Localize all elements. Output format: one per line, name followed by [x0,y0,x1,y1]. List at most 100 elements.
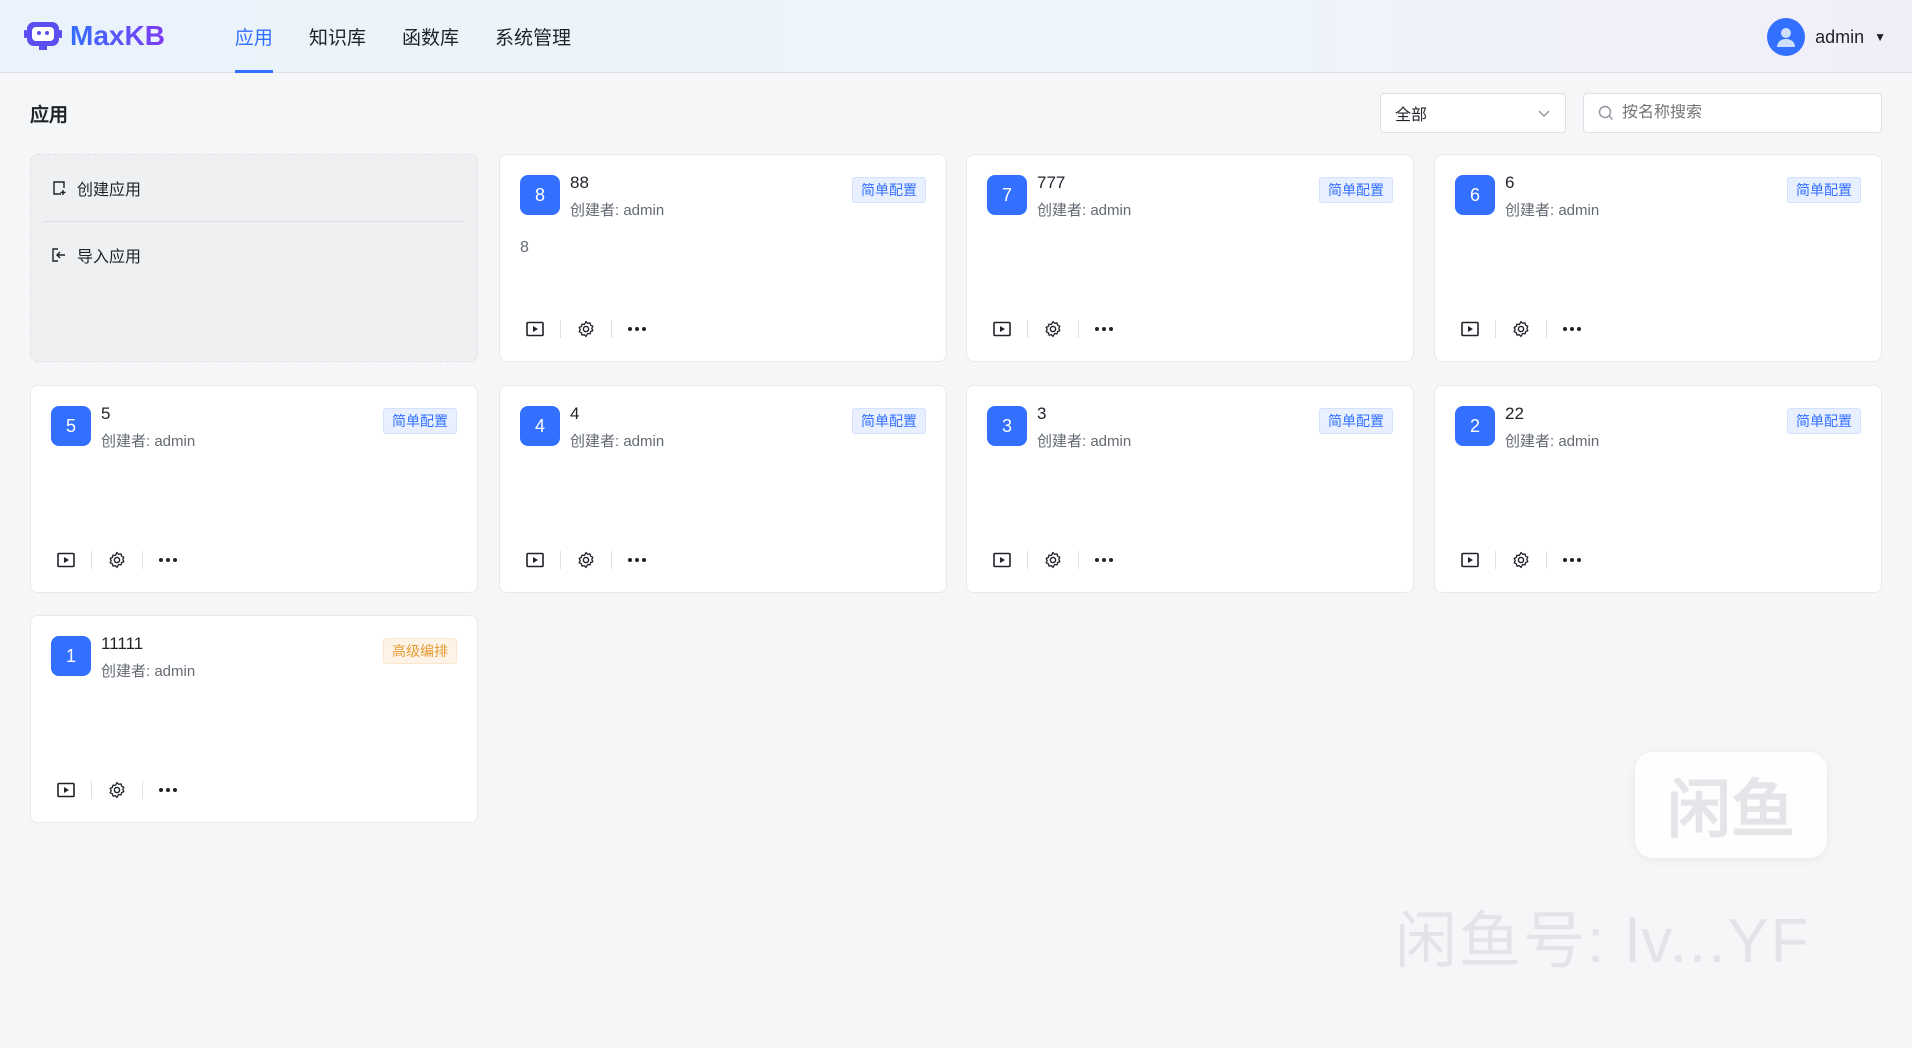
demo-button[interactable] [985,315,1019,343]
search-input[interactable] [1622,104,1862,122]
import-app-label: 导入应用 [77,249,142,266]
settings-button[interactable] [1504,546,1538,574]
search-icon [1598,105,1613,120]
more-button[interactable] [620,315,654,343]
divider [1495,551,1496,569]
gear-icon [1045,320,1061,338]
nav-system[interactable]: 系统管理 [477,0,589,73]
gear-icon [1513,320,1529,338]
divider [1078,320,1079,338]
import-app-button[interactable]: 导入应用 [31,222,477,288]
app-name: 5 [101,404,111,423]
nav-apps[interactable]: 应用 [217,0,291,73]
card-actions [985,546,1121,574]
app-name: 3 [1037,404,1047,423]
app-avatar: 8 [520,175,560,215]
settings-button[interactable] [569,315,603,343]
divider [560,320,561,338]
divider [1546,320,1547,338]
divider [142,781,143,799]
demo-button[interactable] [1453,546,1487,574]
settings-button[interactable] [569,546,603,574]
app-card[interactable]: 6 6 创建者: admin 简单配置 [1434,154,1882,362]
app-avatar: 5 [51,406,91,446]
more-button[interactable] [1555,315,1589,343]
demo-button[interactable] [1453,315,1487,343]
type-filter-select[interactable]: 全部 [1380,93,1566,133]
app-card[interactable]: 8 88 创建者: admin 简单配置 8 [499,154,947,362]
more-button[interactable] [1087,546,1121,574]
card-actions [1453,546,1589,574]
settings-button[interactable] [100,776,134,804]
more-icon [628,327,646,331]
page-title: 应用 [30,105,69,126]
app-card[interactable]: 5 5 创建者: admin 简单配置 [30,385,478,593]
demo-button[interactable] [518,315,552,343]
nav-functions[interactable]: 函数库 [384,0,477,73]
play-icon [526,321,544,337]
play-icon [993,552,1011,568]
demo-button[interactable] [985,546,1019,574]
app-name: 88 [570,173,589,192]
app-card[interactable]: 4 4 创建者: admin 简单配置 [499,385,947,593]
more-icon [1095,327,1113,331]
import-icon [52,248,65,262]
card-actions [518,546,654,574]
avatar [1767,18,1806,56]
settings-button[interactable] [1036,546,1070,574]
app-name: 4 [570,404,580,423]
create-app-button[interactable]: 创建应用 [31,155,477,221]
more-button[interactable] [620,546,654,574]
more-button[interactable] [1087,315,1121,343]
app-type-tag: 简单配置 [383,408,457,434]
divider [1078,551,1079,569]
app-avatar: 6 [1455,175,1495,215]
robot-logo-icon [24,22,62,50]
app-card[interactable]: 1 11111 创建者: admin 高级编排 [30,615,478,823]
app-creator: 创建者: admin [570,433,665,450]
username: admin [1815,26,1865,47]
card-actions [1453,315,1589,343]
demo-button[interactable] [518,546,552,574]
app-creator: 创建者: admin [570,202,665,219]
more-button[interactable] [151,776,185,804]
app-creator: 创建者: admin [1037,202,1132,219]
settings-button[interactable] [1036,315,1070,343]
app-creator: 创建者: admin [101,663,196,680]
app-card[interactable]: 7 777 创建者: admin 简单配置 [966,154,1414,362]
app-type-tag: 简单配置 [1787,177,1861,203]
app-avatar: 4 [520,406,560,446]
app-type-tag: 简单配置 [1319,177,1393,203]
app-type-tag: 简单配置 [1787,408,1861,434]
app-creator: 创建者: admin [1505,202,1600,219]
search-box[interactable] [1583,93,1882,133]
demo-button[interactable] [49,776,83,804]
gear-icon [578,551,594,569]
settings-button[interactable] [1504,315,1538,343]
app-name: 777 [1037,173,1066,192]
play-icon [1461,552,1479,568]
more-button[interactable] [1555,546,1589,574]
gear-icon [578,320,594,338]
more-icon [1563,327,1581,331]
app-card[interactable]: 3 3 创建者: admin 简单配置 [966,385,1414,593]
more-icon [1095,558,1113,562]
user-menu[interactable]: admin ▼ [1767,18,1886,56]
watermark-text: 闲鱼号: lv...YF [1395,907,1811,976]
divider [1027,320,1028,338]
settings-button[interactable] [100,546,134,574]
nav-knowledge[interactable]: 知识库 [291,0,384,73]
card-actions [49,546,185,574]
gear-icon [109,551,125,569]
divider [611,551,612,569]
divider [142,551,143,569]
play-icon [526,552,544,568]
play-icon [57,782,75,798]
app-card[interactable]: 2 22 创建者: admin 简单配置 [1434,385,1882,593]
app-type-tag: 简单配置 [1319,408,1393,434]
more-button[interactable] [151,546,185,574]
demo-button[interactable] [49,546,83,574]
caret-down-icon: ▼ [1874,30,1886,44]
app-creator: 创建者: admin [1505,433,1600,450]
logo[interactable]: MaxKB [24,19,165,53]
